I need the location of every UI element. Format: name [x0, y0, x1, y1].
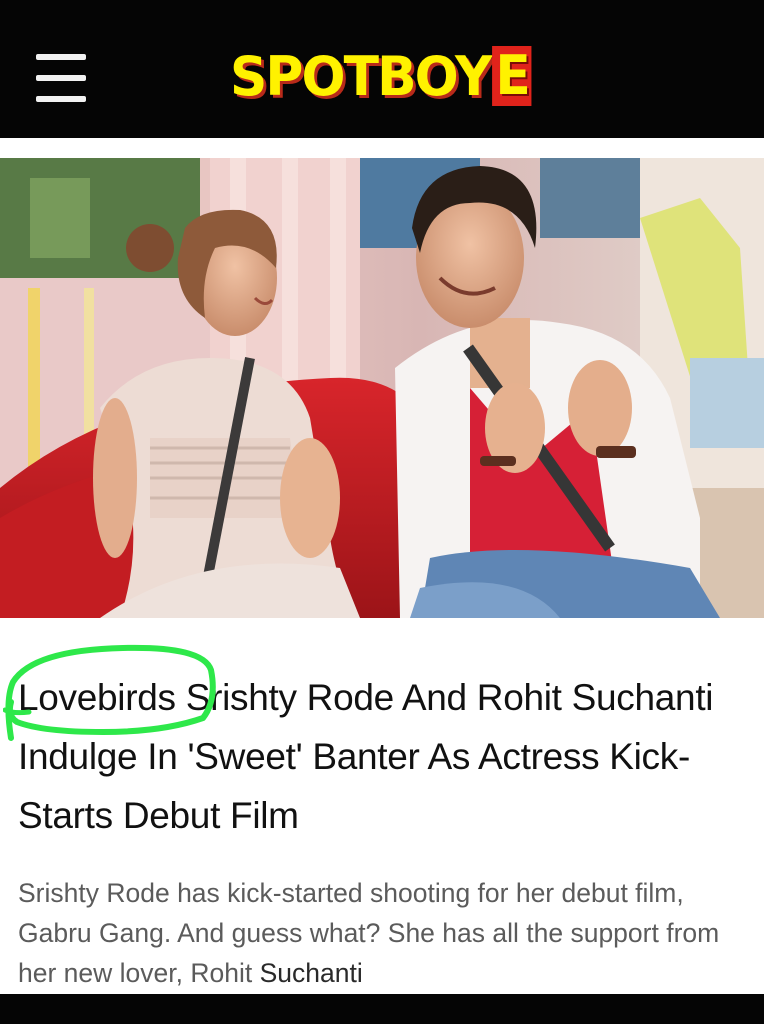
logo-text: SPOTBOY: [230, 44, 493, 108]
article-summary: Srishty Rode has kick-started shooting f…: [18, 873, 748, 993]
hamburger-menu-icon[interactable]: [36, 54, 88, 106]
summary-name: Suchanti: [259, 958, 363, 988]
hero-photo: [0, 158, 764, 618]
summary-text: Srishty Rode has kick-started shooting f…: [18, 878, 720, 988]
site-logo[interactable]: SPOTBOY E: [230, 44, 532, 108]
article-headline[interactable]: Lovebirds Srishty Rode And Rohit Suchant…: [18, 668, 748, 845]
menu-bar-line: [36, 54, 86, 60]
menu-bar-line: [36, 75, 86, 81]
menu-bar-line: [36, 96, 86, 102]
header-spacer: [0, 138, 764, 158]
top-navigation-bar: SPOTBOY E: [0, 0, 764, 138]
bottom-bar: [0, 994, 764, 1024]
headline-highlighted-word: Lovebirds: [18, 677, 176, 718]
logo-e-box: E: [492, 46, 532, 106]
article-hero-image[interactable]: [0, 158, 764, 618]
